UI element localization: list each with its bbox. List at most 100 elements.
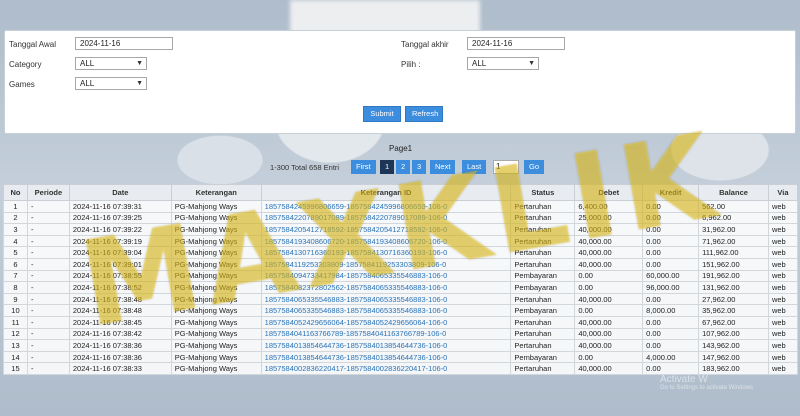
table-cell: - (26, 223, 70, 236)
table-row[interactable]: 4-2024-11-16 07:39:19 PG-Mahjong Ways 1857… (3, 234, 799, 248)
transaction-id-link[interactable]: 1857584065335546883-1857584065335546883-… (260, 292, 512, 306)
table-cell: 14 (3, 350, 28, 364)
table-cell: 40,000.00 (574, 292, 644, 306)
go-button[interactable]: Go (524, 160, 545, 174)
table-cell: 0.00 (574, 350, 644, 364)
chevron-down-icon: ▼ (136, 60, 143, 67)
transaction-id-link[interactable]: 1857584205412718592-1857584205412718592-… (260, 223, 512, 236)
category-select[interactable]: ALL ▼ (75, 57, 147, 70)
table-cell: 0.00 (642, 211, 700, 225)
table-row[interactable]: 12-2024-11-16 07:38:42 PG-Mahjong Ways 185… (3, 327, 799, 341)
table-row[interactable]: 2-2024-11-16 07:39:25 PG-Mahjong Ways 1857… (3, 211, 799, 225)
table-cell: 0.00 (642, 257, 700, 271)
transaction-id-link[interactable]: 1857584094733417984-1857584065335546883-… (260, 269, 512, 283)
transaction-id-link[interactable]: 1857584220789017089-1857584220789017089-… (260, 211, 512, 225)
table-cell: 40,000.00 (574, 327, 644, 341)
table-cell: 183,962.00 (698, 362, 769, 375)
table-cell: 0.00 (642, 315, 700, 329)
table-cell: web (767, 292, 799, 306)
table-row[interactable]: 15-2024-11-16 07:38:33 PG-Mahjong Ways 185… (3, 362, 799, 375)
windows-activation-notice: Activate W Go to Settings to activate Wi… (660, 374, 753, 391)
transaction-id-link[interactable]: 1857584130716360193-1857584130716360193-… (260, 246, 512, 259)
table-cell: 3 (3, 223, 28, 236)
table-cell: 2024-11-16 07:38:52 (68, 281, 172, 294)
table-cell: web (767, 350, 799, 364)
next-page-button[interactable]: Next (430, 160, 456, 174)
column-header: Via (767, 184, 799, 201)
table-cell: web (767, 200, 799, 213)
table-cell: 27,962.00 (698, 292, 769, 306)
table-cell: 2024-11-16 07:39:25 (68, 211, 172, 225)
table-cell: 2024-11-16 07:38:55 (68, 269, 172, 283)
last-page-button[interactable]: Last (462, 160, 487, 174)
transaction-id-link[interactable]: 1857584082372802562-1857584065335546883-… (260, 281, 512, 294)
table-header: No Periode Date Keterangan Keterangan ID Stat… (3, 184, 799, 201)
table-cell: - (26, 234, 70, 248)
table-cell: 40,000.00 (574, 257, 644, 271)
transaction-id-link[interactable]: 1857584002836220417-1857584002836220417-… (260, 362, 512, 375)
page-3-button[interactable]: 3 (412, 160, 426, 174)
pilih-label: Pilih : (401, 60, 421, 69)
table-cell: PG-Mahjong Ways (170, 234, 262, 248)
table-row[interactable]: 6-2024-11-16 07:39:01 PG-Mahjong Ways 1857… (3, 257, 799, 271)
transaction-id-link[interactable]: 1857584119253303809-1857584119253303809-… (260, 257, 512, 271)
table-cell: 25,000.00 (574, 211, 644, 225)
transaction-id-link[interactable]: 1857584193408606720-1857584193408606720-… (260, 234, 512, 248)
transactions-table: No Periode Date Keterangan Keterangan ID Stat… (3, 184, 799, 375)
transaction-id-link[interactable]: 1857584041163766789-1857584041163766789-… (260, 327, 512, 341)
table-cell: PG-Mahjong Ways (170, 327, 262, 341)
table-row[interactable]: 8-2024-11-16 07:38:52 PG-Mahjong Ways 1857… (3, 281, 799, 294)
table-cell: Pertaruhan (510, 292, 576, 306)
table-row[interactable]: 11-2024-11-16 07:38:45 PG-Mahjong Ways 185… (3, 315, 799, 329)
table-cell: web (767, 223, 799, 236)
table-cell: web (767, 315, 799, 329)
table-cell: - (26, 327, 70, 341)
table-row[interactable]: 7-2024-11-16 07:38:55 PG-Mahjong Ways 1857… (3, 269, 799, 283)
table-cell: web (767, 257, 799, 271)
table-cell: PG-Mahjong Ways (170, 257, 262, 271)
table-cell: 2024-11-16 07:38:45 (68, 315, 172, 329)
table-cell: web (767, 281, 799, 294)
pilih-select-value: ALL (472, 59, 487, 68)
table-cell: 2024-11-16 07:39:01 (68, 257, 172, 271)
table-row[interactable]: 3-2024-11-16 07:39:22 PG-Mahjong Ways 1857… (3, 223, 799, 236)
page-number-input[interactable]: 1 (493, 160, 519, 174)
transaction-id-link[interactable]: 1857584245996806659-1857584245996806659-… (260, 200, 512, 213)
table-cell: 60,000.00 (642, 269, 700, 283)
pilih-select[interactable]: ALL ▼ (467, 57, 539, 70)
table-row[interactable]: 13-2024-11-16 07:38:36 PG-Mahjong Ways 185… (3, 339, 799, 352)
page-1-button[interactable]: 1 (380, 160, 394, 174)
table-row[interactable]: 10-2024-11-16 07:38:48 PG-Mahjong Ways 185… (3, 304, 799, 317)
table-cell: web (767, 269, 799, 283)
table-cell: Pertaruhan (510, 362, 576, 375)
table-row[interactable]: 9-2024-11-16 07:38:48 PG-Mahjong Ways 1857… (3, 292, 799, 306)
table-row[interactable]: 5-2024-11-16 07:39:04 PG-Mahjong Ways 1857… (3, 246, 799, 259)
table-cell: 2024-11-16 07:39:04 (68, 246, 172, 259)
submit-button[interactable]: Submit (363, 106, 401, 122)
first-page-button[interactable]: First (351, 160, 376, 174)
table-cell: 71,962.00 (698, 234, 769, 248)
table-row[interactable]: 14-2024-11-16 07:38:36 PG-Mahjong Ways 185… (3, 350, 799, 364)
transaction-id-link[interactable]: 1857584052429656064-1857584052429656064-… (260, 315, 512, 329)
table-row[interactable]: 1-2024-11-16 07:39:31 PG-Mahjong Ways 1857… (3, 200, 799, 213)
end-date-input[interactable]: 2024-11-16 (467, 37, 565, 50)
table-cell: - (26, 315, 70, 329)
table-cell: 35,962.00 (698, 304, 769, 317)
start-date-input[interactable]: 2024-11-16 (75, 37, 173, 50)
transaction-id-link[interactable]: 1857584013854644736-1857584013854644736-… (260, 339, 512, 352)
transaction-id-link[interactable]: 1857584065335546883-1857584065335546883-… (260, 304, 512, 317)
table-cell: 191,962.00 (698, 269, 769, 283)
table-cell: 2 (3, 211, 28, 225)
page-2-button[interactable]: 2 (396, 160, 410, 174)
games-select-value: ALL (80, 79, 95, 88)
games-select[interactable]: ALL ▼ (75, 77, 147, 90)
table-cell: 562.00 (698, 200, 769, 213)
table-cell: 8,000.00 (642, 304, 700, 317)
column-header: Kredit (642, 184, 700, 201)
table-cell: 0.00 (642, 200, 700, 213)
transaction-id-link[interactable]: 1857584013854644736-1857584013854644736-… (260, 350, 512, 364)
table-cell: 0.00 (642, 234, 700, 248)
filter-panel: Tanggal Awal 2024-11-16 Tanggal akhir 20… (4, 30, 796, 134)
table-cell: 2024-11-16 07:38:48 (68, 292, 172, 306)
refresh-button[interactable]: Refresh (405, 106, 443, 122)
